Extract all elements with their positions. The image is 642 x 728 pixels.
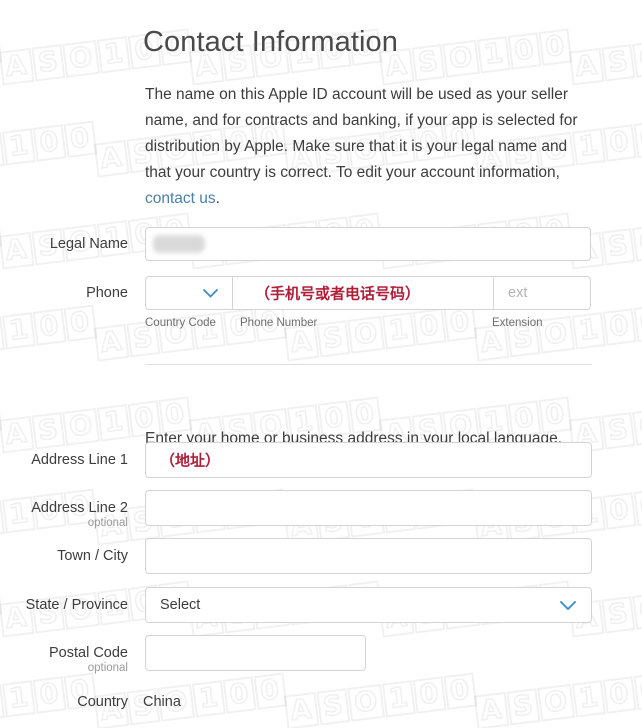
contact-us-link[interactable]: contact us bbox=[145, 190, 216, 207]
postal-code-label: Postal Code optional bbox=[49, 645, 128, 674]
country-code-sublabel: Country Code bbox=[145, 317, 216, 329]
phone-label: Phone bbox=[86, 285, 128, 301]
intro-paragraph: The name on this Apple ID account will b… bbox=[145, 82, 597, 212]
country-label: Country bbox=[77, 694, 128, 710]
address-line-2-label-text: Address Line 2 bbox=[31, 500, 128, 516]
page-title: Contact Information bbox=[143, 26, 398, 58]
contact-information-page: Contact Information The name on this App… bbox=[0, 0, 642, 728]
address-line-2-input[interactable] bbox=[145, 490, 592, 526]
country-code-select[interactable] bbox=[146, 277, 232, 309]
address-line-1-input[interactable]: （地址） bbox=[145, 442, 592, 478]
address-line-1-annotation: （地址） bbox=[160, 451, 221, 470]
state-province-value: Select bbox=[160, 597, 201, 613]
intro-text-after-link: . bbox=[215, 190, 220, 207]
legal-name-label: Legal Name bbox=[49, 236, 128, 252]
country-value: China bbox=[143, 694, 181, 710]
address-line-1-label: Address Line 1 bbox=[31, 452, 128, 468]
postal-code-optional: optional bbox=[87, 662, 128, 674]
extension-placeholder: ext bbox=[508, 285, 528, 301]
state-province-select[interactable]: Select bbox=[145, 587, 592, 623]
phone-number-annotation: （手机号或者电话号码） bbox=[255, 284, 421, 303]
town-city-label: Town / City bbox=[57, 548, 128, 564]
postal-code-input[interactable] bbox=[145, 635, 366, 671]
phone-number-sublabel: Phone Number bbox=[240, 317, 318, 329]
town-city-input[interactable] bbox=[145, 538, 592, 574]
section-divider bbox=[145, 364, 592, 365]
chevron-down-icon bbox=[560, 601, 576, 611]
address-line-2-optional: optional bbox=[87, 517, 128, 529]
intro-text-before-link: The name on this Apple ID account will b… bbox=[145, 86, 578, 181]
phone-field-group: （手机号或者电话号码） ext bbox=[145, 276, 591, 310]
state-province-label: State / Province bbox=[25, 597, 128, 613]
legal-name-redaction bbox=[153, 235, 205, 253]
legal-name-input[interactable] bbox=[145, 227, 591, 261]
address-line-2-label: Address Line 2 optional bbox=[31, 500, 128, 529]
phone-number-input[interactable]: （手机号或者电话号码） bbox=[233, 277, 493, 309]
chevron-down-icon bbox=[203, 289, 218, 298]
extension-input[interactable]: ext bbox=[494, 277, 590, 309]
postal-code-label-text: Postal Code bbox=[49, 645, 128, 661]
extension-sublabel: Extension bbox=[492, 317, 543, 329]
